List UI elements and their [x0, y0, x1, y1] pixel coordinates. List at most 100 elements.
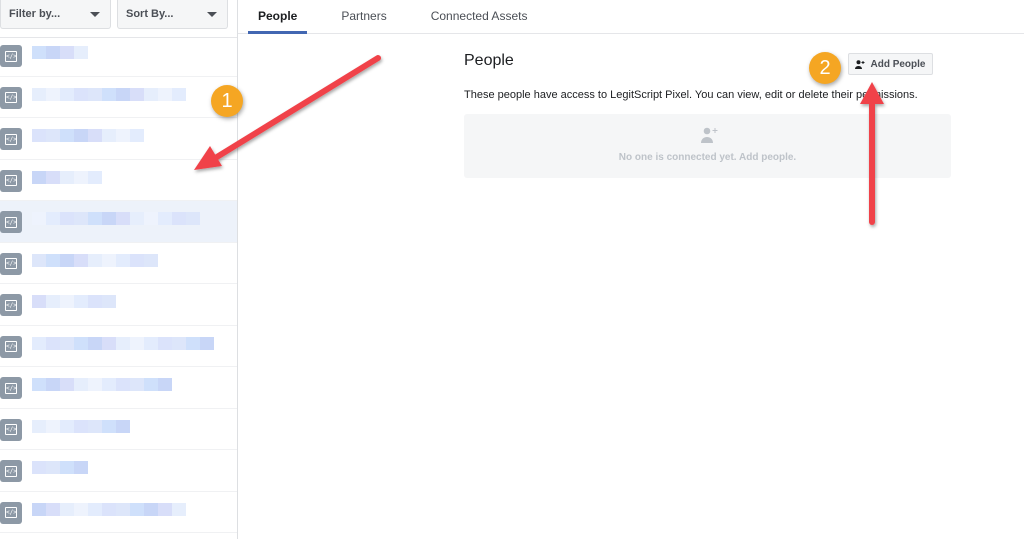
redacted-block [172, 502, 186, 516]
pixel-list-item[interactable]: </> [0, 160, 237, 201]
pixel-list-item[interactable]: </> [0, 367, 237, 409]
filter-by-dropdown[interactable]: Filter by... [0, 0, 111, 29]
redacted-block [46, 170, 60, 184]
pixel-list-item[interactable]: </> [0, 77, 237, 118]
code-icon: </> [0, 335, 22, 358]
pixel-list-item[interactable]: </> [0, 201, 237, 243]
empty-state: No one is connected yet. Add people. [464, 114, 951, 178]
redacted-block [74, 46, 88, 59]
pixel-list-item[interactable]: </> [0, 409, 237, 450]
code-icon: </> [0, 377, 22, 399]
redacted-block [88, 378, 102, 391]
redacted-item-name [32, 170, 222, 184]
tab-bar: People Partners Connected Assets [238, 0, 1024, 34]
redacted-block [46, 129, 60, 142]
code-glyph: </> [5, 465, 17, 477]
redacted-block [102, 129, 116, 142]
redacted-block [32, 461, 46, 474]
sort-by-label: Sort By... [126, 8, 174, 20]
redacted-block [46, 212, 60, 225]
redacted-block [172, 87, 186, 101]
redacted-block [32, 419, 46, 433]
redacted-block [158, 336, 172, 350]
redacted-block [130, 378, 144, 391]
redacted-block [130, 212, 144, 225]
redacted-block [60, 502, 74, 516]
code-glyph: </> [5, 258, 17, 269]
redacted-block [88, 295, 102, 308]
pixel-list-item[interactable]: </> [0, 450, 237, 492]
pixel-list-item[interactable]: </> [0, 284, 237, 326]
add-people-label: Add People [870, 58, 926, 70]
pixel-list-item[interactable]: </> [0, 492, 237, 533]
redacted-block [102, 419, 116, 433]
code-glyph: </> [5, 299, 17, 311]
code-glyph: </> [5, 50, 17, 62]
redacted-block [144, 212, 158, 225]
code-glyph: </> [5, 382, 17, 394]
redacted-block [74, 336, 88, 350]
redacted-block [60, 46, 74, 59]
redacted-item-name [32, 253, 222, 267]
redacted-block [46, 87, 60, 101]
redacted-block [116, 253, 130, 267]
redacted-block [32, 129, 46, 142]
redacted-block [32, 46, 46, 59]
redacted-block [88, 336, 102, 350]
redacted-block [32, 336, 46, 350]
caret-down-icon [90, 11, 100, 17]
redacted-block [186, 336, 200, 350]
redacted-block [144, 378, 158, 391]
pixel-list-item[interactable]: </> [0, 243, 237, 284]
code-icon: </> [0, 294, 22, 316]
redacted-block [144, 336, 158, 350]
filter-bar: Filter by... Sort By... [0, 0, 237, 38]
redacted-block [88, 129, 102, 142]
redacted-block [88, 212, 102, 225]
code-icon: </> [0, 460, 22, 482]
pixel-list-item[interactable]: </> [0, 35, 237, 77]
code-glyph: </> [5, 424, 17, 435]
redacted-block [32, 212, 46, 225]
redacted-block [88, 502, 102, 516]
sort-by-dropdown[interactable]: Sort By... [117, 0, 228, 29]
redacted-block [60, 419, 74, 433]
redacted-block [60, 461, 74, 474]
redacted-block [74, 378, 88, 391]
code-icon: </> [0, 169, 22, 192]
redacted-block [88, 419, 102, 433]
tab-connected-assets[interactable]: Connected Assets [421, 0, 538, 33]
code-glyph: </> [5, 92, 17, 103]
redacted-block [116, 336, 130, 350]
redacted-block [46, 46, 60, 59]
code-icon: </> [0, 252, 22, 275]
redacted-block [116, 419, 130, 433]
redacted-block [186, 212, 200, 225]
redacted-block [60, 378, 74, 391]
code-icon: </> [0, 86, 22, 109]
pixel-list-item[interactable]: </> [0, 326, 237, 367]
add-people-button[interactable]: Add People [848, 53, 933, 75]
redacted-block [116, 87, 130, 101]
redacted-block [116, 212, 130, 225]
redacted-block [46, 419, 60, 433]
redacted-block [102, 295, 116, 308]
tab-partners[interactable]: Partners [331, 0, 396, 33]
add-person-icon [701, 127, 718, 143]
redacted-block [88, 253, 102, 267]
redacted-block [144, 253, 158, 267]
code-icon: </> [0, 418, 22, 441]
tab-people[interactable]: People [248, 0, 308, 34]
redacted-item-name [32, 129, 222, 142]
redacted-block [60, 170, 74, 184]
caret-down-icon [207, 11, 217, 17]
pixel-list-item[interactable]: </> [0, 118, 237, 160]
redacted-block [32, 378, 46, 391]
redacted-block [74, 461, 88, 474]
redacted-block [130, 253, 144, 267]
empty-message: No one is connected yet. Add people. [618, 152, 797, 163]
people-panel: People Add People These people have acce… [464, 52, 951, 178]
redacted-block [46, 461, 60, 474]
redacted-block [60, 212, 74, 225]
redacted-item-name [32, 502, 222, 516]
